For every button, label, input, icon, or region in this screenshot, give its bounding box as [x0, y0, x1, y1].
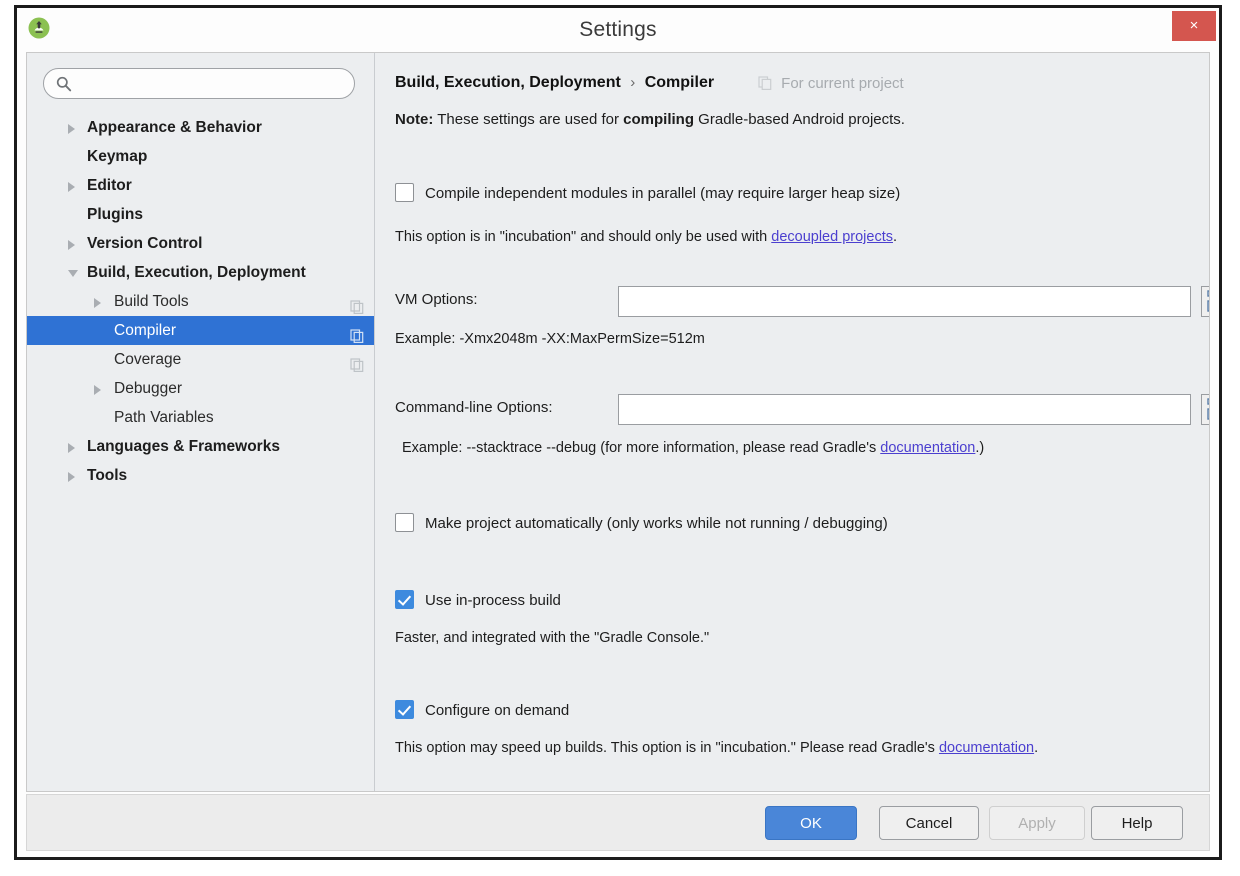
sidebar-item-label: Coverage	[114, 351, 182, 368]
note-bold: compiling	[623, 111, 695, 128]
settings-tree: Appearance & Behavior Keymap Editor Plugins…	[27, 113, 374, 490]
sidebar-item-label: Tools	[87, 467, 128, 484]
chevron-right-icon[interactable]	[94, 298, 101, 308]
note-prefix: Note:	[395, 111, 434, 128]
title-bar: Settings ×	[17, 8, 1219, 52]
breadcrumb-leaf: Compiler	[644, 74, 715, 91]
cmdline-options-example: Example: --stacktrace --debug (for more …	[402, 440, 984, 456]
cmdline-options-input[interactable]	[618, 394, 1191, 425]
configure-on-demand-help: This option may speed up builds. This op…	[395, 740, 1038, 756]
sidebar-item-build-execution-deployment[interactable]: Build, Execution, Deployment	[27, 258, 374, 287]
sidebar-item-label: Path Variables	[114, 409, 214, 426]
search-icon	[55, 75, 73, 93]
scope-hint-label: For current project	[781, 75, 904, 92]
sidebar-item-label: Version Control	[87, 235, 203, 252]
parallel-help-text-1: This option is in "incubation" and shoul…	[395, 229, 772, 245]
make-project-automatically-row[interactable]: Make project automatically (only works w…	[395, 513, 888, 533]
sidebar-item-build-tools[interactable]: Build Tools	[27, 287, 374, 316]
sidebar-item-label: Editor	[87, 177, 132, 194]
parallel-help-text-2: .	[892, 229, 898, 245]
cmdline-example-text-1: Example: --stacktrace --debug (for more …	[402, 440, 881, 456]
chevron-right-icon[interactable]	[94, 385, 101, 395]
settings-sidebar: Appearance & Behavior Keymap Editor Plugins…	[27, 53, 375, 791]
make-project-automatically-checkbox[interactable]	[395, 513, 414, 532]
copy-settings-icon	[350, 353, 364, 373]
configure-on-demand-row[interactable]: Configure on demand	[395, 700, 569, 720]
chevron-right-icon[interactable]	[68, 182, 75, 192]
in-process-build-row[interactable]: Use in-process build	[395, 590, 561, 610]
configure-help-text-1: This option may speed up builds. This op…	[395, 740, 939, 756]
dialog-footer: OK Cancel Apply Help	[26, 794, 1210, 851]
in-process-build-checkbox[interactable]	[395, 590, 414, 609]
sidebar-item-coverage[interactable]: Coverage	[27, 345, 374, 374]
parallel-compile-checkbox[interactable]	[395, 183, 414, 202]
settings-dialog-window: Settings × Appearance & Behavior Keymap Ed…	[14, 5, 1222, 860]
sidebar-item-label: Compiler	[114, 322, 177, 339]
copy-settings-icon	[350, 295, 364, 315]
ok-button[interactable]: OK	[765, 806, 857, 840]
window-title: Settings	[579, 18, 657, 41]
sidebar-item-label: Appearance & Behavior	[87, 119, 262, 136]
sidebar-item-debugger[interactable]: Debugger	[27, 374, 374, 403]
note-body-1: These settings are used for	[433, 111, 624, 128]
breadcrumb-separator: ›	[630, 74, 636, 91]
chevron-right-icon[interactable]	[68, 240, 75, 250]
vm-options-input[interactable]	[618, 286, 1191, 317]
cmdline-options-expand-button[interactable]	[1201, 394, 1209, 425]
sidebar-item-compiler[interactable]: Compiler	[27, 316, 374, 345]
parallel-compile-row[interactable]: Compile independent modules in parallel …	[395, 183, 900, 203]
configure-on-demand-checkbox[interactable]	[395, 700, 414, 719]
parallel-compile-help: This option is in "incubation" and shoul…	[395, 229, 897, 245]
chevron-right-icon[interactable]	[68, 443, 75, 453]
sidebar-item-label: Build Tools	[114, 293, 189, 310]
sidebar-item-editor[interactable]: Editor	[27, 171, 374, 200]
gradle-documentation-link-2[interactable]: documentation	[939, 740, 1034, 756]
apply-button: Apply	[989, 806, 1085, 840]
make-project-automatically-label: Make project automatically (only works w…	[425, 515, 888, 532]
vm-options-expand-button[interactable]	[1201, 286, 1209, 317]
sidebar-item-label: Keymap	[87, 148, 148, 165]
search-input[interactable]	[78, 73, 344, 95]
search-box[interactable]	[43, 68, 355, 99]
chevron-right-icon[interactable]	[68, 472, 75, 482]
footer-button-group: OK Cancel Apply Help	[751, 795, 1183, 852]
sidebar-item-languages-frameworks[interactable]: Languages & Frameworks	[27, 432, 374, 461]
sidebar-item-label: Plugins	[87, 206, 143, 223]
close-button[interactable]: ×	[1172, 11, 1216, 41]
dialog-body: Appearance & Behavior Keymap Editor Plugins…	[26, 52, 1210, 792]
sidebar-item-keymap[interactable]: Keymap	[27, 142, 374, 171]
parallel-compile-label: Compile independent modules in parallel …	[425, 185, 901, 202]
gradle-documentation-link-1[interactable]: documentation	[880, 440, 975, 456]
scope-hint: For current project	[758, 75, 904, 92]
help-button[interactable]: Help	[1091, 806, 1183, 840]
sidebar-item-label: Languages & Frameworks	[87, 438, 280, 455]
sidebar-item-label: Debugger	[114, 380, 183, 397]
in-process-build-help: Faster, and integrated with the "Gradle …	[395, 630, 710, 646]
in-process-build-label: Use in-process build	[425, 592, 561, 609]
vm-options-example: Example: -Xmx2048m -XX:MaxPermSize=512m	[395, 331, 705, 347]
sidebar-item-version-control[interactable]: Version Control	[27, 229, 374, 258]
sidebar-item-appearance-behavior[interactable]: Appearance & Behavior	[27, 113, 374, 142]
cmdline-example-text-2: .)	[975, 440, 985, 456]
note-line: Note: These settings are used for compil…	[395, 111, 905, 128]
configure-help-text-2: .	[1034, 740, 1039, 756]
note-body-2: Gradle-based Android projects.	[694, 111, 905, 128]
copy-settings-icon	[350, 324, 364, 344]
sidebar-item-tools[interactable]: Tools	[27, 461, 374, 490]
breadcrumb-root[interactable]: Build, Execution, Deployment	[395, 74, 621, 91]
chevron-down-icon[interactable]	[68, 270, 78, 277]
sidebar-item-label: Build, Execution, Deployment	[87, 264, 306, 281]
chevron-right-icon[interactable]	[68, 124, 75, 134]
decoupled-projects-link[interactable]: decoupled projects	[771, 229, 893, 245]
compiler-settings-panel: Build, Execution, Deployment › Compiler …	[375, 53, 1209, 791]
breadcrumb: Build, Execution, Deployment › Compiler	[395, 74, 714, 92]
vm-options-label: VM Options:	[395, 291, 478, 308]
cmdline-options-label: Command-line Options:	[395, 399, 553, 416]
sidebar-item-plugins[interactable]: Plugins	[27, 200, 374, 229]
configure-on-demand-label: Configure on demand	[425, 702, 570, 719]
cancel-button[interactable]: Cancel	[879, 806, 979, 840]
sidebar-item-path-variables[interactable]: Path Variables	[27, 403, 374, 432]
copy-settings-icon	[758, 76, 772, 91]
